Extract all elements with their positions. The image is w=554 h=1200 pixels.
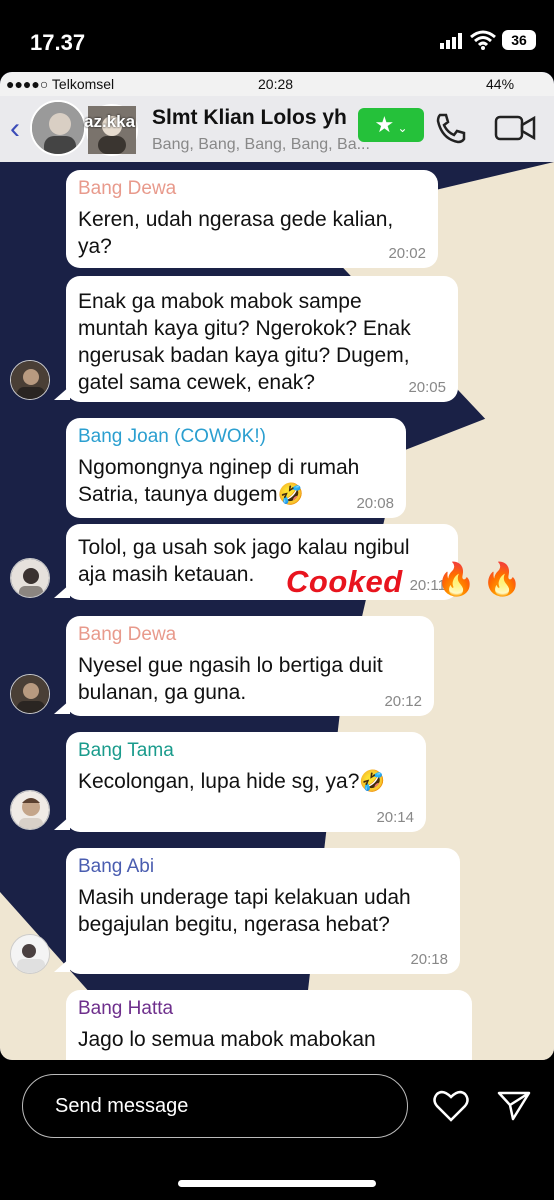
cooked-sticker: Cooked: [286, 564, 403, 599]
message-text: Enak ga mabok mabok sampe muntah kaya gi…: [78, 290, 411, 394]
battery-indicator: 36: [502, 30, 536, 50]
chevron-down-icon: ⌄: [394, 121, 408, 135]
message-text: Masih underage tapi kelakuan udah begaju…: [78, 886, 411, 936]
avatar-photo-icon: [11, 559, 49, 597]
fire-icon: 🔥: [436, 561, 476, 597]
message-bubble: Enak ga mabok mabok sampe muntah kaya gi…: [66, 276, 458, 402]
bubble-tail: [54, 386, 70, 400]
message-time: 20:02: [388, 245, 426, 262]
sender-name: Bang Dewa: [78, 178, 177, 199]
message-time: 20:18: [410, 951, 448, 968]
sender-avatar[interactable]: [10, 558, 50, 598]
phone-time: 17.37: [30, 30, 86, 55]
message-bubble: Bang Tama Kecolongan, lupa hide sg, ya?🤣…: [66, 732, 426, 832]
avatar-photo-icon: [32, 102, 84, 154]
message-text: Kecolongan, lupa hide sg, ya?🤣: [78, 770, 386, 793]
signal-icon: [440, 33, 462, 49]
message-time: 20:14: [376, 809, 414, 826]
message-bubble: Bang Abi Masih underage tapi kelakuan ud…: [66, 848, 460, 974]
bubble-tail: [54, 584, 70, 598]
home-indicator: [178, 1180, 376, 1187]
video-icon[interactable]: [494, 112, 536, 144]
group-title[interactable]: Slmt Klian Lolos yh: [152, 106, 362, 130]
chat-header: ‹ Slmt Klian Lolos yh az.kka Bang, Bang,…: [0, 96, 554, 162]
bubble-tail: [54, 816, 70, 830]
message-bubble: Bang Joan (COWOK!) Ngomongnya nginep di …: [66, 418, 406, 518]
message-text: Keren, udah ngerasa gede kalian, ya?: [78, 208, 394, 258]
message-text: Jago lo semua mabok mabokan: [78, 1028, 376, 1051]
phone-status-bar: 17.37 36: [0, 0, 554, 72]
message-bubble: Bang Hatta Jago lo semua mabok mabokan: [66, 990, 472, 1060]
heart-icon[interactable]: [432, 1088, 470, 1124]
chevron-left-icon[interactable]: ‹: [10, 114, 30, 144]
sender-avatar[interactable]: [10, 674, 50, 714]
sender-name: Bang Joan (COWOK!): [78, 426, 266, 447]
fire-icon: 🔥: [482, 561, 522, 597]
phone-icon[interactable]: [434, 112, 468, 144]
avatar-photo-icon: [11, 935, 49, 973]
message-text: Ngomongnya nginep di rumah Satria, tauny…: [78, 456, 360, 506]
send-message-input[interactable]: Send message: [22, 1074, 408, 1138]
star-button[interactable]: ★ ⌄: [358, 108, 424, 142]
message-time: 20:12: [384, 693, 422, 710]
story-reply-bar: Send message: [0, 1060, 554, 1200]
paper-plane-icon[interactable]: [496, 1088, 532, 1122]
screenshot-status-bar: ●●●●○ Telkomsel 20:28 44%: [0, 72, 554, 96]
sender-name: Bang Hatta: [78, 998, 174, 1019]
sender-name: Bang Tama: [78, 740, 174, 761]
avatar-photo-icon: [11, 675, 49, 713]
sender-avatar[interactable]: [10, 360, 50, 400]
sender-avatar[interactable]: [10, 790, 50, 830]
message-time: 20:05: [408, 379, 446, 396]
carrier-label: ●●●●○ Telkomsel: [6, 76, 115, 92]
message-bubble: Bang Dewa Nyesel gue ngasih lo bertiga d…: [66, 616, 434, 716]
bubble-tail: [54, 700, 70, 714]
star-icon: ★: [374, 112, 395, 137]
screenshot-time: 20:28: [258, 76, 294, 92]
story-username[interactable]: az.kka: [84, 112, 135, 132]
screenshot-battery: 44%: [486, 76, 515, 92]
story-user-avatar[interactable]: [30, 100, 86, 156]
avatar-photo-icon: [11, 361, 49, 399]
message-text: Nyesel gue ngasih lo bertiga duit bulana…: [78, 654, 383, 704]
sender-name: Bang Abi: [78, 856, 155, 877]
bubble-tail: [54, 958, 70, 972]
wifi-icon: [470, 30, 496, 50]
avatar-photo-icon: [11, 791, 49, 829]
message-bubble: Bang Dewa Keren, udah ngerasa gede kalia…: [66, 170, 438, 268]
story-screenshot: ●●●●○ Telkomsel 20:28 44% ‹ Slmt Klian L…: [0, 72, 554, 1060]
message-time: 20:08: [356, 495, 394, 512]
sender-avatar[interactable]: [10, 934, 50, 974]
sender-name: Bang Dewa: [78, 624, 177, 645]
